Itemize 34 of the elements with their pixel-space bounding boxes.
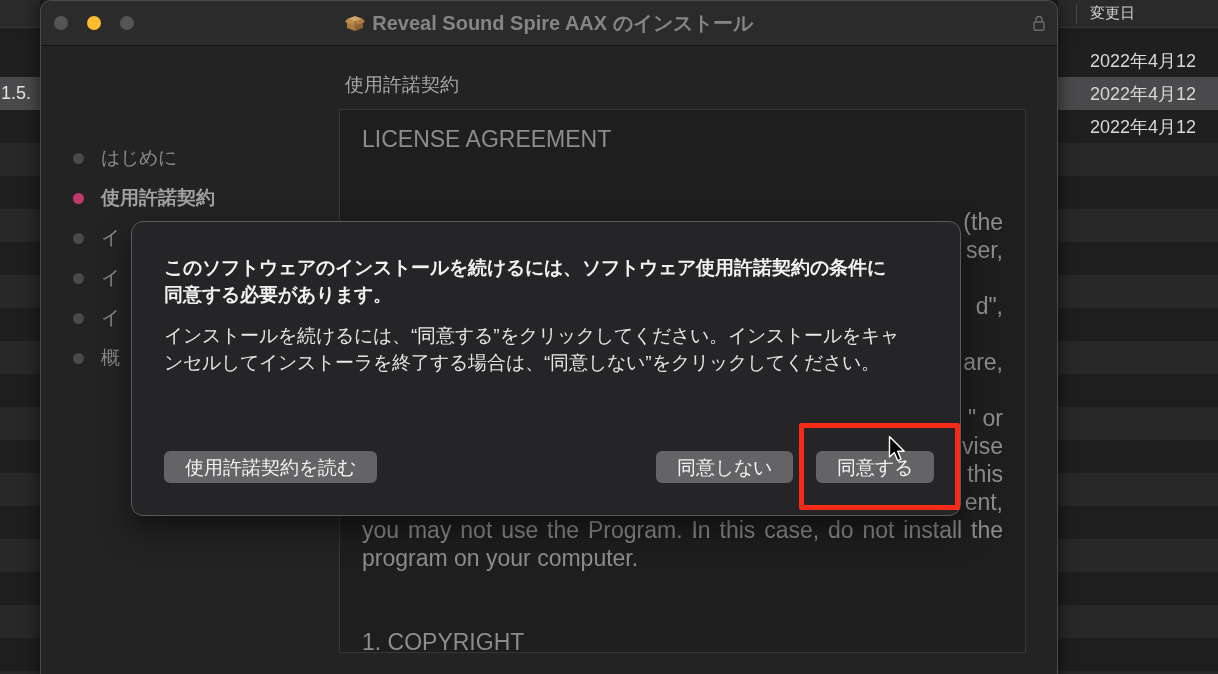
disagree-button[interactable]: 同意しない xyxy=(656,451,793,483)
dialog-title: このソフトウェアのインストールを続けるには、ソフトウェア使用許諾契約の条件に同意する必要があります。 xyxy=(164,256,887,307)
page-heading: 使用許諾契約 xyxy=(345,74,460,96)
file-date: 2022年4月12 xyxy=(1090,115,1197,139)
file-row[interactable]: 2022年4月12 xyxy=(1058,77,1218,110)
license-text-fragment: ent, xyxy=(964,488,1003,516)
step-label[interactable]: イ xyxy=(101,226,120,250)
license-text-fragment: this xyxy=(967,460,1003,488)
step-label[interactable]: はじめに xyxy=(101,146,177,170)
file-row[interactable]: 1.5. xyxy=(0,77,40,110)
license-text-fragment: d", xyxy=(975,292,1003,320)
file-date: 2022年4月12 xyxy=(1090,49,1197,73)
minimize-button[interactable] xyxy=(87,16,101,30)
file-name: 1.5. xyxy=(0,83,32,104)
section-heading: 1. COPYRIGHT xyxy=(362,631,526,652)
dialog-message: インストールを続けるには、“同意する”をクリックしてください。インストールをキャンセルしてインストーラを終了する場合は、“同意しない”をクリックしてください。 xyxy=(164,324,900,375)
step-label[interactable]: イ xyxy=(101,266,120,290)
license-text-fragment: vise xyxy=(962,432,1003,460)
license-text-fragment: ser, xyxy=(965,236,1003,264)
license-text-fragment: (the xyxy=(963,208,1003,236)
agree-button[interactable]: 同意する xyxy=(816,451,934,483)
license-paragraph: you may not use the Program. In this case, do not install the program on your computer. xyxy=(362,516,1003,572)
license-text-fragment: are, xyxy=(963,348,1003,376)
license-heading: LICENSE AGREEMENT xyxy=(362,125,613,153)
step-label[interactable]: イ xyxy=(101,306,120,330)
package-icon xyxy=(345,14,366,32)
step-label[interactable]: 使用許諾契約 xyxy=(101,186,215,210)
column-header[interactable]: 変更日 xyxy=(1090,4,1135,23)
lock-icon xyxy=(1033,15,1045,31)
license-text-fragment: " or xyxy=(968,404,1003,432)
step-label[interactable]: 概 xyxy=(101,346,120,370)
read-license-button[interactable]: 使用許諾契約を読む xyxy=(164,451,377,483)
file-date: 2022年4月12 xyxy=(1090,82,1197,106)
window-title: Reveal Sound Spire AAX のインストール xyxy=(372,10,753,36)
